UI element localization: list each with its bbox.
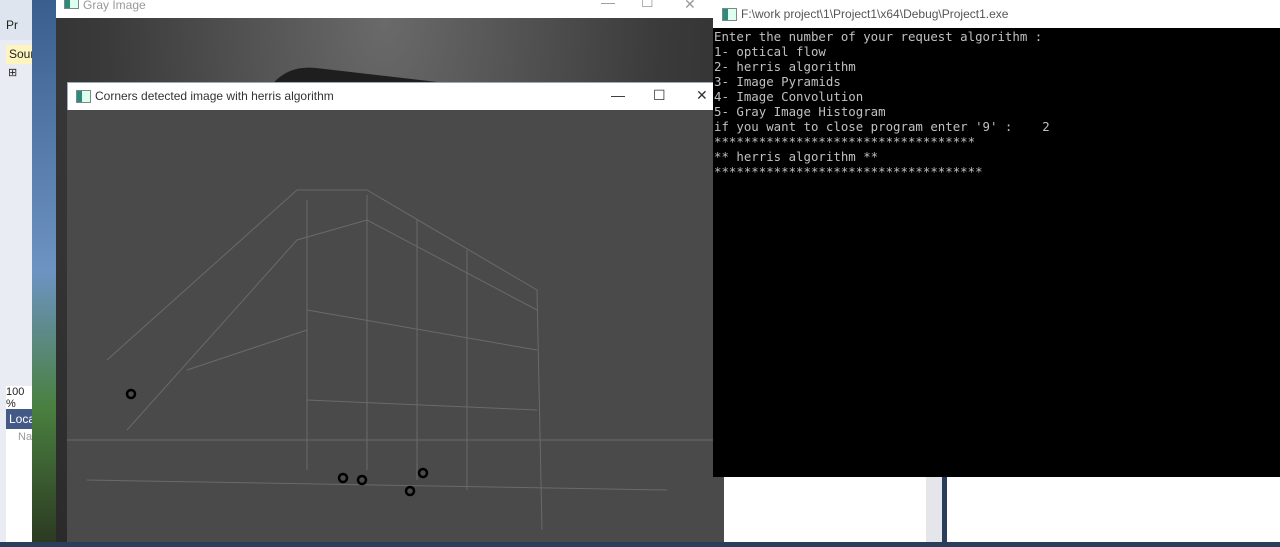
project-label[interactable]: Pr — [6, 18, 18, 32]
console-titlebar[interactable]: F:\work project\1\Project1\x64\Debug\Pro… — [713, 0, 1280, 28]
console-line: 1- optical flow — [714, 44, 826, 59]
maximize-button[interactable]: ☐ — [641, 0, 654, 11]
herris-title: Corners detected image with herris algor… — [95, 89, 334, 103]
app-icon — [76, 90, 91, 103]
source-item-icon[interactable]: ⊞ — [8, 66, 17, 79]
pane-border — [942, 477, 947, 542]
app-icon — [64, 0, 79, 9]
console-title: F:\work project\1\Project1\x64\Debug\Pro… — [741, 7, 1009, 21]
corner-marker — [404, 485, 416, 497]
zoom-level[interactable]: 100 % — [6, 386, 34, 410]
pane-divider — [926, 477, 942, 542]
desktop-wallpaper — [32, 0, 56, 542]
gray-image-title: Gray Image — [83, 0, 146, 12]
console-line: *********************************** — [714, 134, 976, 149]
maximize-button[interactable]: ☐ — [653, 87, 666, 104]
console-line: Enter the number of your request algorit… — [714, 29, 1043, 44]
close-button[interactable]: ✕ — [696, 87, 708, 104]
console-icon — [722, 8, 737, 21]
close-button[interactable]: ✕ — [684, 0, 696, 13]
minimize-button[interactable]: — — [601, 0, 615, 10]
edge-image — [67, 189, 724, 531]
console-line: ** herris algorithm ** — [714, 149, 879, 164]
console-line: ************************************ — [714, 164, 983, 179]
console-line: if you want to close program enter '9' :… — [714, 119, 1050, 134]
console-line: 4- Image Convolution — [714, 89, 864, 104]
minimize-button[interactable]: — — [611, 87, 625, 103]
corner-marker — [337, 472, 349, 484]
console-line: 3- Image Pyramids — [714, 74, 841, 89]
background-window — [724, 477, 1280, 542]
corner-marker — [356, 474, 368, 486]
gray-image-titlebar[interactable]: Gray Image — ☐ ✕ — [56, 0, 713, 18]
corner-marker — [125, 388, 137, 400]
corner-marker — [417, 467, 429, 479]
console-line: 5- Gray Image Histogram — [714, 104, 886, 119]
console-line: 2- herris algorithm — [714, 59, 856, 74]
corners-image — [67, 110, 724, 542]
herris-titlebar[interactable]: Corners detected image with herris algor… — [67, 82, 726, 112]
console-output[interactable]: Enter the number of your request algorit… — [713, 28, 1280, 477]
